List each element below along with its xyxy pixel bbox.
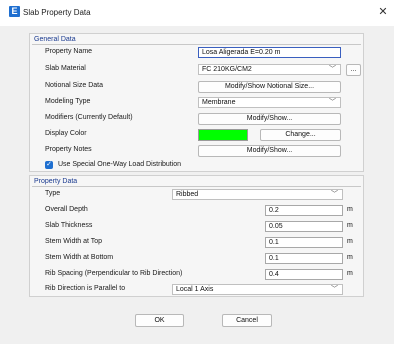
close-button[interactable]: ✕ — [376, 5, 390, 19]
chevron-down-icon: ﹀ — [329, 66, 336, 73]
cancel-button[interactable]: Cancel — [222, 314, 272, 327]
modifiers-button[interactable]: Modify/Show... — [198, 113, 341, 125]
app-icon: E — [9, 6, 20, 17]
property-row-label: Overall Depth — [45, 206, 88, 213]
one-way-load-label: Use Special One-Way Load Distribution — [58, 161, 182, 168]
group-divider — [32, 44, 361, 45]
ok-button[interactable]: OK — [135, 314, 184, 327]
group-divider — [32, 186, 361, 187]
notional-size-label: Notional Size Data — [45, 82, 103, 89]
rib-direction-select[interactable]: Local 1 Axis ﹀ — [172, 284, 343, 295]
property-notes-button[interactable]: Modify/Show... — [198, 145, 341, 157]
slab-material-select[interactable]: FC 210KG/CM2 ﹀ — [198, 64, 341, 75]
stem-width-bottom-input[interactable]: 0.1 — [265, 253, 343, 264]
property-row-label: Stem Width at Top — [45, 238, 103, 245]
one-way-load-checkbox[interactable]: ✓ — [45, 161, 53, 169]
unit-label: m — [347, 206, 353, 213]
property-row-label: Slab Thickness — [45, 222, 93, 229]
unit-label: m — [347, 238, 353, 245]
window-title: Slab Property Data — [23, 8, 91, 17]
slab-material-value: FC 210KG/CM2 — [202, 66, 252, 73]
property-row-label: Rib Spacing (Perpendicular to Rib Direct… — [45, 270, 183, 277]
modeling-type-label: Modeling Type — [45, 98, 91, 105]
chevron-down-icon: ﹀ — [331, 286, 338, 293]
property-notes-label: Property Notes — [45, 146, 92, 153]
unit-label: m — [347, 270, 353, 277]
chevron-down-icon: ﹀ — [331, 191, 338, 198]
modeling-type-select[interactable]: Membrane ﹀ — [198, 97, 341, 108]
type-select[interactable]: Ribbed ﹀ — [172, 189, 343, 200]
type-value: Ribbed — [176, 191, 199, 198]
modeling-type-value: Membrane — [202, 99, 236, 106]
unit-label: m — [347, 254, 353, 261]
overall-depth-input[interactable]: 0.2 — [265, 205, 343, 216]
unit-label: m — [347, 222, 353, 229]
rib-spacing-input[interactable]: 0.4 — [265, 269, 343, 280]
display-color-label: Display Color — [45, 130, 87, 137]
title-bar: E Slab Property Data ✕ — [0, 0, 394, 26]
general-data-title: General Data — [34, 36, 76, 43]
rib-direction-label: Rib Direction is Parallel to — [45, 285, 126, 292]
property-name-input[interactable]: Losa Aligerada E=0.20 m — [198, 47, 341, 58]
slab-thickness-input[interactable]: 0.05 — [265, 221, 343, 232]
modifiers-label: Modifiers (Currently Default) — [45, 114, 133, 121]
slab-material-more-button[interactable]: ... — [346, 64, 361, 76]
stem-width-top-input[interactable]: 0.1 — [265, 237, 343, 248]
display-color-swatch — [198, 129, 248, 141]
slab-material-label: Slab Material — [45, 65, 86, 72]
property-data-title: Property Data — [34, 178, 78, 185]
change-color-button[interactable]: Change... — [260, 129, 341, 141]
notional-size-button[interactable]: Modify/Show Notional Size... — [198, 81, 341, 93]
chevron-down-icon: ﹀ — [329, 99, 336, 106]
general-data-group: General Data Property Name Losa Aligerad… — [29, 33, 364, 172]
rib-direction-value: Local 1 Axis — [176, 286, 214, 293]
property-row-label: Stem Width at Bottom — [45, 254, 114, 261]
property-data-group: Property Data Type Ribbed ﹀ Overall Dept… — [29, 175, 364, 297]
type-label: Type — [45, 190, 61, 197]
property-name-label: Property Name — [45, 48, 93, 55]
